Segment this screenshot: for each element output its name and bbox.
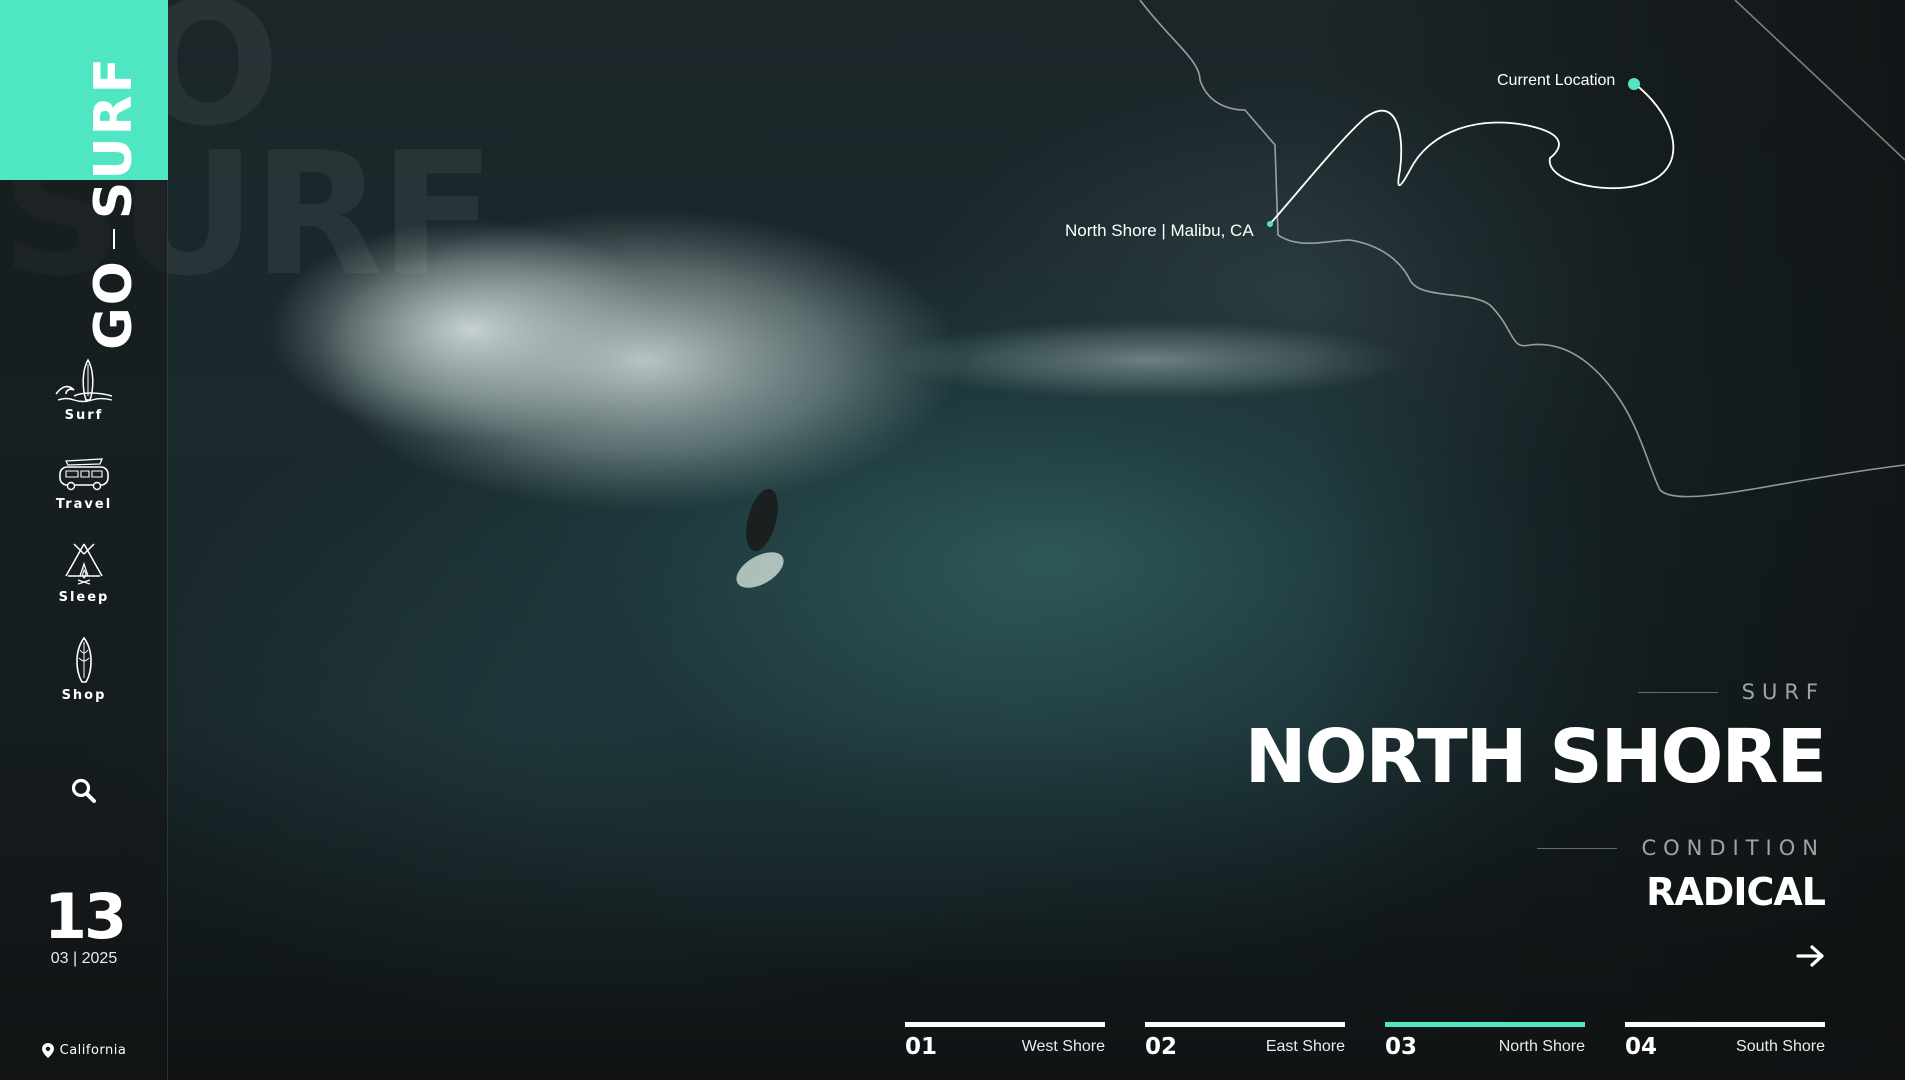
date-month-year: 03 | 2025 bbox=[50, 950, 118, 967]
map-pin-icon bbox=[41, 1043, 54, 1058]
tab-number: 01 bbox=[905, 1034, 938, 1060]
tab-number: 03 bbox=[1385, 1034, 1418, 1060]
sidebar-item-sleep[interactable]: Sleep bbox=[0, 540, 168, 605]
tab-north-shore[interactable]: 03 North Shore bbox=[1385, 1022, 1585, 1062]
date-day: 13 bbox=[43, 880, 127, 953]
tab-label: West Shore bbox=[1021, 1038, 1105, 1055]
sidebar-item-shop[interactable]: Shop bbox=[0, 636, 168, 703]
location-label: California bbox=[59, 1043, 127, 1058]
search-button[interactable] bbox=[69, 776, 99, 806]
hero-background-image: GO SURF bbox=[0, 0, 1905, 1080]
sidebar-item-travel[interactable]: Travel bbox=[0, 457, 168, 512]
arrow-right-icon bbox=[1796, 945, 1824, 967]
next-button[interactable] bbox=[1795, 942, 1827, 970]
tab-label: North Shore bbox=[1498, 1038, 1585, 1055]
tent-icon bbox=[65, 543, 103, 585]
tab-label: East Shore bbox=[1265, 1038, 1345, 1055]
sidebar: GO SURF Surf Travel Sleep Shop 13 03 | 2… bbox=[0, 0, 168, 1080]
location[interactable]: California bbox=[0, 1043, 168, 1058]
hero-kicker: SURF bbox=[1741, 680, 1825, 704]
condition-value: RADICAL bbox=[1646, 870, 1826, 914]
shop-surfboard-icon bbox=[76, 636, 92, 683]
search-icon bbox=[71, 778, 96, 803]
condition-row: CONDITION bbox=[1537, 836, 1825, 860]
page-title: NORTH SHORE bbox=[1244, 714, 1827, 800]
hero-kicker-row: SURF bbox=[1637, 680, 1825, 704]
current-location-label: Current Location bbox=[1497, 72, 1616, 89]
logo-surf-text: SURF bbox=[84, 55, 144, 220]
tab-east-shore[interactable]: 02 East Shore bbox=[1145, 1022, 1345, 1062]
surfboard-wave-icon bbox=[55, 358, 113, 403]
tab-number: 02 bbox=[1145, 1034, 1178, 1060]
spot-location-label: North Shore | Malibu, CA bbox=[1065, 221, 1254, 240]
tab-label: South Shore bbox=[1736, 1038, 1825, 1055]
tab-west-shore[interactable]: 01 West Shore bbox=[905, 1022, 1105, 1062]
tab-south-shore[interactable]: 04 South Shore bbox=[1625, 1022, 1825, 1062]
sidebar-item-label: Surf bbox=[64, 408, 104, 423]
sidebar-item-label: Sleep bbox=[58, 590, 110, 605]
condition-label: CONDITION bbox=[1641, 836, 1825, 860]
van-icon bbox=[59, 458, 109, 491]
sidebar-item-label: Travel bbox=[55, 497, 113, 512]
logo-go-text: GO bbox=[84, 259, 144, 350]
sidebar-item-surf[interactable]: Surf bbox=[0, 356, 168, 423]
sidebar-item-label: Shop bbox=[61, 688, 107, 703]
tab-number: 04 bbox=[1625, 1034, 1658, 1060]
